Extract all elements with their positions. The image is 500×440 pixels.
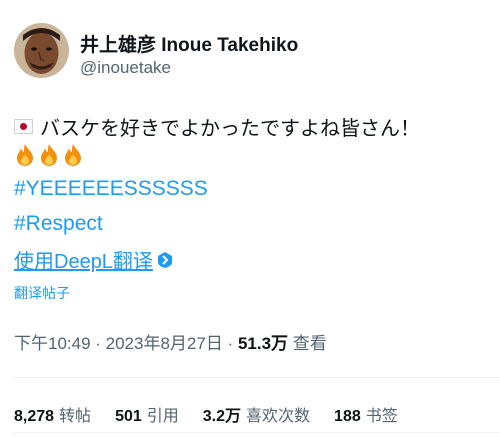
fire-icon (17, 144, 33, 166)
bookmarks-label: 书签 (365, 408, 398, 425)
likes-count: 3.2万 (202, 408, 242, 425)
bookmarks-stat[interactable]: 188 书签 (334, 402, 398, 426)
quotes-label: 引用 (146, 408, 179, 425)
reposts-label: 转帖 (59, 408, 92, 425)
author-handle[interactable]: @inouetake (80, 58, 171, 78)
fire-icon (41, 144, 57, 166)
divider (14, 432, 500, 433)
tweet-card: 井上雄彦 Inoue Takehiko @inouetake バスケを好きでよか… (0, 0, 500, 440)
likes-label: 喜欢次数 (246, 408, 311, 425)
likes-stat[interactable]: 3.2万 喜欢次数 (203, 402, 310, 426)
fire-icon (65, 144, 81, 166)
hashtag-link[interactable]: #YEEEEEESSSSSS (14, 177, 208, 200)
views-label: 查看 (288, 334, 327, 353)
tweet-metadata: 下午10:49 · 2023年8月27日 · 51.3万 查看 (14, 329, 327, 354)
deepl-translate-label: 使用DeepL翻译 (14, 251, 153, 273)
tweet-text: バスケを好きでよかったですよね皆さん！ (40, 118, 420, 140)
tweet-text-line: バスケを好きでよかったですよね皆さん！ (14, 112, 420, 141)
engagement-stats: 8,278 转帖 501 引用 3.2万 喜欢次数 188 书签 (14, 402, 398, 426)
avatar[interactable] (14, 23, 69, 78)
japan-flag-icon (14, 119, 33, 134)
quotes-count: 501 (115, 408, 142, 425)
hashtag-link[interactable]: #Respect (14, 212, 103, 235)
divider (14, 377, 500, 378)
timestamp[interactable]: 下午10:49 · 2023年8月27日 · (14, 334, 238, 353)
author-display-name[interactable]: 井上雄彦 Inoue Takehiko (80, 30, 298, 57)
deepl-translate-link[interactable]: 使用DeepL翻译 (14, 245, 173, 274)
reposts-count: 8,278 (14, 408, 55, 425)
verified-badge-icon (157, 251, 172, 268)
fire-emoji-row (14, 143, 84, 167)
reposts-stat[interactable]: 8,278 转帖 (14, 402, 91, 426)
quotes-stat[interactable]: 501 引用 (115, 402, 179, 426)
bookmarks-count: 188 (334, 408, 361, 425)
views-count: 51.3万 (237, 334, 289, 353)
translate-post-link[interactable]: 翻译帖子 (14, 283, 70, 303)
